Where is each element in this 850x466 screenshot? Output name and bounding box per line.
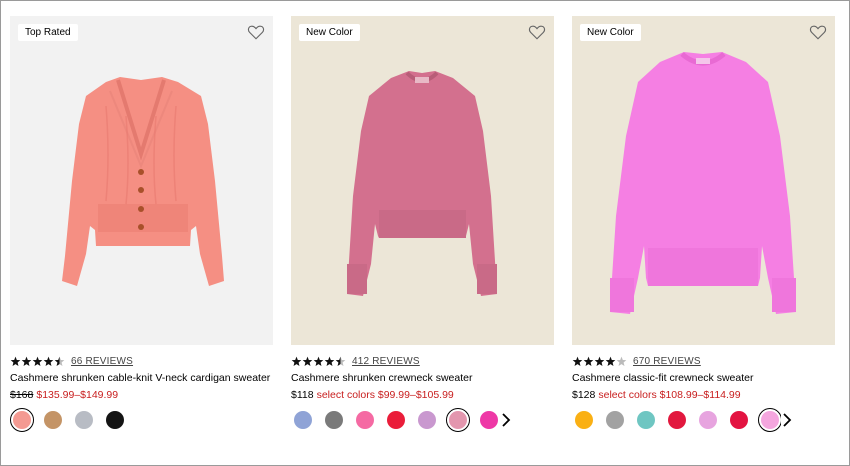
star-icon bbox=[324, 356, 335, 367]
heart-outline-icon[interactable] bbox=[528, 23, 546, 41]
color-swatch[interactable] bbox=[446, 408, 470, 432]
star-icon bbox=[583, 356, 594, 367]
star-icon bbox=[572, 356, 583, 367]
swatch-color bbox=[606, 411, 624, 429]
product-badge: Top Rated bbox=[18, 24, 78, 41]
cardigan-image bbox=[62, 77, 224, 286]
rating-row: 412 REVIEWS bbox=[291, 355, 554, 368]
original-price: $168 bbox=[10, 389, 34, 401]
color-swatch[interactable] bbox=[72, 408, 96, 432]
color-swatch[interactable] bbox=[727, 408, 751, 432]
swatch-color bbox=[356, 411, 374, 429]
color-swatch[interactable] bbox=[665, 408, 689, 432]
swatch-color bbox=[13, 411, 31, 429]
reviews-link[interactable]: 66 REVIEWS bbox=[71, 356, 133, 367]
star-icon bbox=[54, 356, 65, 367]
swatch-color bbox=[668, 411, 686, 429]
swatch-color bbox=[418, 411, 436, 429]
swatch-color bbox=[44, 411, 62, 429]
swatch-color bbox=[387, 411, 405, 429]
color-swatch[interactable] bbox=[291, 408, 315, 432]
reviews-link[interactable]: 670 REVIEWS bbox=[633, 356, 701, 367]
rating-row: 670 REVIEWS bbox=[572, 355, 835, 368]
original-price: $128 bbox=[572, 389, 596, 401]
swatch-color bbox=[75, 411, 93, 429]
original-price: $118 bbox=[291, 389, 314, 401]
product-price: $168 $135.99–$149.99 bbox=[10, 389, 273, 401]
rating-row: 66 REVIEWS bbox=[10, 355, 273, 368]
reviews-link[interactable]: 412 REVIEWS bbox=[352, 356, 420, 367]
color-swatch[interactable] bbox=[415, 408, 439, 432]
product-badge: New Color bbox=[580, 24, 641, 41]
star-icon bbox=[594, 356, 605, 367]
product-name[interactable]: Cashmere shrunken crewneck sweater bbox=[291, 372, 554, 384]
star-icon bbox=[605, 356, 616, 367]
star-icon bbox=[616, 356, 627, 367]
product-badge: New Color bbox=[299, 24, 360, 41]
color-swatch[interactable] bbox=[322, 408, 346, 432]
sale-price: select colors $108.99–$114.99 bbox=[598, 389, 741, 401]
product-image[interactable]: Top Rated bbox=[10, 16, 273, 345]
color-swatch[interactable] bbox=[572, 408, 596, 432]
color-swatch[interactable] bbox=[603, 408, 627, 432]
color-swatch[interactable] bbox=[103, 408, 127, 432]
star-icon bbox=[32, 356, 43, 367]
swatch-color bbox=[761, 411, 779, 429]
product-name[interactable]: Cashmere classic-fit crewneck sweater bbox=[572, 372, 835, 384]
product-price: $118 select colors $99.99–$105.99 bbox=[291, 389, 554, 401]
swatch-color bbox=[575, 411, 593, 429]
product-image[interactable]: New Color bbox=[291, 16, 554, 345]
star-icon bbox=[302, 356, 313, 367]
star-icon bbox=[291, 356, 302, 367]
heart-outline-icon[interactable] bbox=[809, 23, 827, 41]
color-swatch[interactable] bbox=[634, 408, 658, 432]
swatch-color bbox=[294, 411, 312, 429]
sale-price: select colors $99.99–$105.99 bbox=[316, 389, 454, 401]
star-icon bbox=[10, 356, 21, 367]
swatch-color bbox=[106, 411, 124, 429]
color-swatch[interactable] bbox=[696, 408, 720, 432]
color-swatches bbox=[291, 408, 554, 432]
product-image[interactable]: New Color bbox=[572, 16, 835, 345]
classic-sweater-image bbox=[610, 52, 796, 314]
color-swatch[interactable] bbox=[758, 408, 782, 432]
star-icon bbox=[21, 356, 32, 367]
swatch-color bbox=[449, 411, 467, 429]
color-swatch[interactable] bbox=[10, 408, 34, 432]
star-icon bbox=[43, 356, 54, 367]
sale-price: $135.99–$149.99 bbox=[36, 389, 119, 401]
swatch-color bbox=[637, 411, 655, 429]
star-rating bbox=[10, 356, 65, 367]
color-swatches bbox=[572, 408, 835, 432]
chevron-right-icon[interactable] bbox=[781, 412, 793, 428]
heart-outline-icon[interactable] bbox=[247, 23, 265, 41]
color-swatch[interactable] bbox=[41, 408, 65, 432]
star-icon bbox=[313, 356, 324, 367]
star-icon bbox=[335, 356, 346, 367]
product-card[interactable]: New Color 412 REVIEWS Cashmere shrunken … bbox=[291, 16, 554, 432]
color-swatch[interactable] bbox=[384, 408, 408, 432]
color-swatch[interactable] bbox=[353, 408, 377, 432]
swatch-color bbox=[480, 411, 498, 429]
color-swatch[interactable] bbox=[477, 408, 501, 432]
swatch-color bbox=[699, 411, 717, 429]
swatch-color bbox=[730, 411, 748, 429]
color-swatches bbox=[10, 408, 273, 432]
chevron-right-icon[interactable] bbox=[500, 412, 512, 428]
product-card[interactable]: New Color 670 REVIEWS Cashmere classic-f… bbox=[572, 16, 835, 432]
star-rating bbox=[291, 356, 346, 367]
product-name[interactable]: Cashmere shrunken cable-knit V-neck card… bbox=[10, 372, 273, 384]
crewneck-sweater-image bbox=[347, 71, 497, 296]
product-price: $128 select colors $108.99–$114.99 bbox=[572, 389, 835, 401]
star-rating bbox=[572, 356, 627, 367]
swatch-color bbox=[325, 411, 343, 429]
product-card[interactable]: Top Rated 66 REVIEWS Cashmere shrunken c… bbox=[10, 16, 273, 432]
